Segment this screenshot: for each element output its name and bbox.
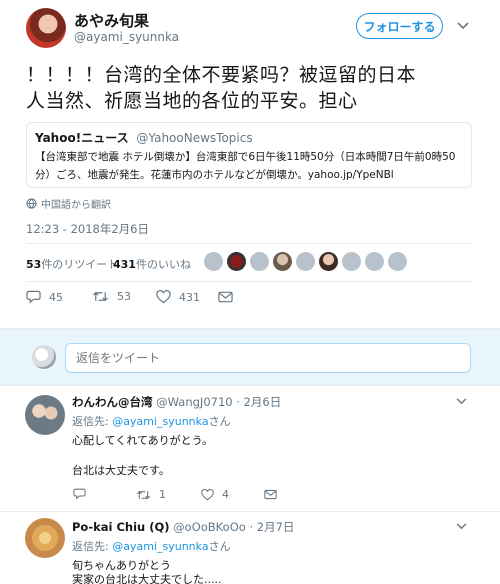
liker-avatar[interactable] xyxy=(365,252,384,271)
reply-text-line-2: 実家の台北は大丈夫でした..... xyxy=(72,573,222,584)
reply-count: 45 xyxy=(49,290,63,304)
globe-icon xyxy=(26,198,37,209)
quoted-text-line-1: 【台湾東部で地震 ホテル倒壊か】台湾東部で6日午後11時50分（日本時間7日午前… xyxy=(35,151,456,163)
author-avatar[interactable] xyxy=(26,8,66,48)
chevron-down-icon[interactable] xyxy=(454,17,472,35)
reply-text-line-2: 台北は大丈夫です。 xyxy=(72,464,170,477)
reply-icon xyxy=(26,290,41,304)
retweet-icon xyxy=(92,290,109,303)
follow-button[interactable]: フォローする xyxy=(356,13,443,39)
reply-author-name[interactable]: わんわん@台湾 xyxy=(72,395,153,409)
direct-message-action[interactable] xyxy=(264,489,277,500)
reply-author-avatar[interactable] xyxy=(25,395,65,435)
reply-to-suffix: さん xyxy=(208,415,231,428)
reply-author-name[interactable]: Po-kai Chiu (Q) xyxy=(72,520,170,534)
follow-button-label: フォローする xyxy=(363,19,436,34)
like-count: 431 xyxy=(113,258,136,271)
reply-author-avatar[interactable] xyxy=(25,518,65,558)
author-handle[interactable]: @ayami_syunnka xyxy=(74,30,179,44)
envelope-icon xyxy=(218,291,233,303)
liker-avatar[interactable] xyxy=(204,252,223,271)
author-name[interactable]: あやみ旬果 xyxy=(74,10,149,31)
reply-text-line-1: 心配してくれてありがとう。 xyxy=(72,434,214,447)
tweet-text-line-1: ！！！！台湾的全体不要紧吗？被逗留的日本 xyxy=(26,64,417,86)
retweet-icon xyxy=(136,489,151,501)
reply-action[interactable] xyxy=(73,488,92,500)
reply-to-suffix: さん xyxy=(208,540,231,553)
heart-icon xyxy=(201,488,214,501)
liker-avatar[interactable] xyxy=(388,252,407,271)
divider xyxy=(26,243,472,244)
reply-author-handle[interactable]: @oOoBKoOo xyxy=(173,520,246,534)
reply-date[interactable]: · 2月6日 xyxy=(236,395,281,409)
reply-to-prefix: 返信先: xyxy=(72,540,109,553)
quoted-source-name: Yahoo!ニュース xyxy=(35,131,129,145)
retweet-count: 1 xyxy=(159,488,166,501)
translate-link[interactable]: 中国語から翻訳 xyxy=(26,196,111,211)
like-action-count: 431 xyxy=(179,290,200,304)
envelope-icon xyxy=(264,489,277,500)
likers-avatars xyxy=(204,252,407,271)
reply-author-handle[interactable]: @WangJ0710 xyxy=(156,395,232,409)
liker-avatar[interactable] xyxy=(319,252,338,271)
tweet-timestamp[interactable]: 12:23 - 2018年2月6日 xyxy=(26,221,149,237)
quoted-source-handle: @YahooNewsTopics xyxy=(136,131,253,145)
reply-input[interactable] xyxy=(65,343,471,373)
liker-avatar[interactable] xyxy=(273,252,292,271)
reply-to-prefix: 返信先: xyxy=(72,415,109,428)
liker-avatar[interactable] xyxy=(296,252,315,271)
chevron-down-icon[interactable] xyxy=(456,398,467,405)
divider xyxy=(0,511,500,512)
liker-avatar[interactable] xyxy=(227,252,246,271)
like-stat[interactable]: 431件のいいね xyxy=(113,256,191,272)
quoted-text-line-2: 分）ごろ、地震が発生。花蓮市内のホテルなどが倒壊か。yahoo.jp/YpeNB… xyxy=(35,169,394,181)
heart-icon xyxy=(156,290,171,304)
reply-header: Po-kai Chiu (Q) @oOoBKoOo · 2月7日 xyxy=(72,519,294,535)
retweet-stat[interactable]: 53件のリツイート xyxy=(26,256,118,272)
divider xyxy=(26,281,472,282)
reply-to-handle[interactable]: @ayami_syunnka xyxy=(112,540,208,553)
reply-action[interactable]: 45 xyxy=(26,290,63,304)
current-user-avatar xyxy=(32,345,56,369)
retweet-stat-label: 件のリツイート xyxy=(41,258,119,271)
like-action[interactable]: 431 xyxy=(156,290,200,304)
reply-to-line: 返信先: @ayami_syunnkaさん xyxy=(72,538,231,554)
direct-message-action[interactable] xyxy=(218,291,233,303)
quoted-tweet-card[interactable]: Yahoo!ニュース @YahooNewsTopics 【台湾東部で地震 ホテル… xyxy=(26,122,472,188)
reply-to-handle[interactable]: @ayami_syunnka xyxy=(112,415,208,428)
translate-label: 中国語から翻訳 xyxy=(41,200,111,211)
liker-avatar[interactable] xyxy=(342,252,361,271)
liker-avatar[interactable] xyxy=(250,252,269,271)
retweet-count: 53 xyxy=(26,258,42,271)
reply-header: わんわん@台湾 @WangJ0710 · 2月6日 xyxy=(72,394,281,410)
reply-icon xyxy=(73,488,86,500)
reply-to-line: 返信先: @ayami_syunnkaさん xyxy=(72,413,231,429)
like-stat-label: 件のいいね xyxy=(135,258,191,271)
retweet-action-count: 53 xyxy=(117,290,131,303)
like-action[interactable]: 4 xyxy=(201,488,229,501)
reply-date[interactable]: · 2月7日 xyxy=(249,520,294,534)
retweet-action[interactable]: 53 xyxy=(92,290,131,303)
tweet-text-line-2: 人当然、祈愿当地的各位的平安。担心 xyxy=(26,90,358,112)
like-count: 4 xyxy=(222,488,229,501)
chevron-down-icon[interactable] xyxy=(456,523,467,530)
retweet-action[interactable]: 1 xyxy=(136,488,166,501)
